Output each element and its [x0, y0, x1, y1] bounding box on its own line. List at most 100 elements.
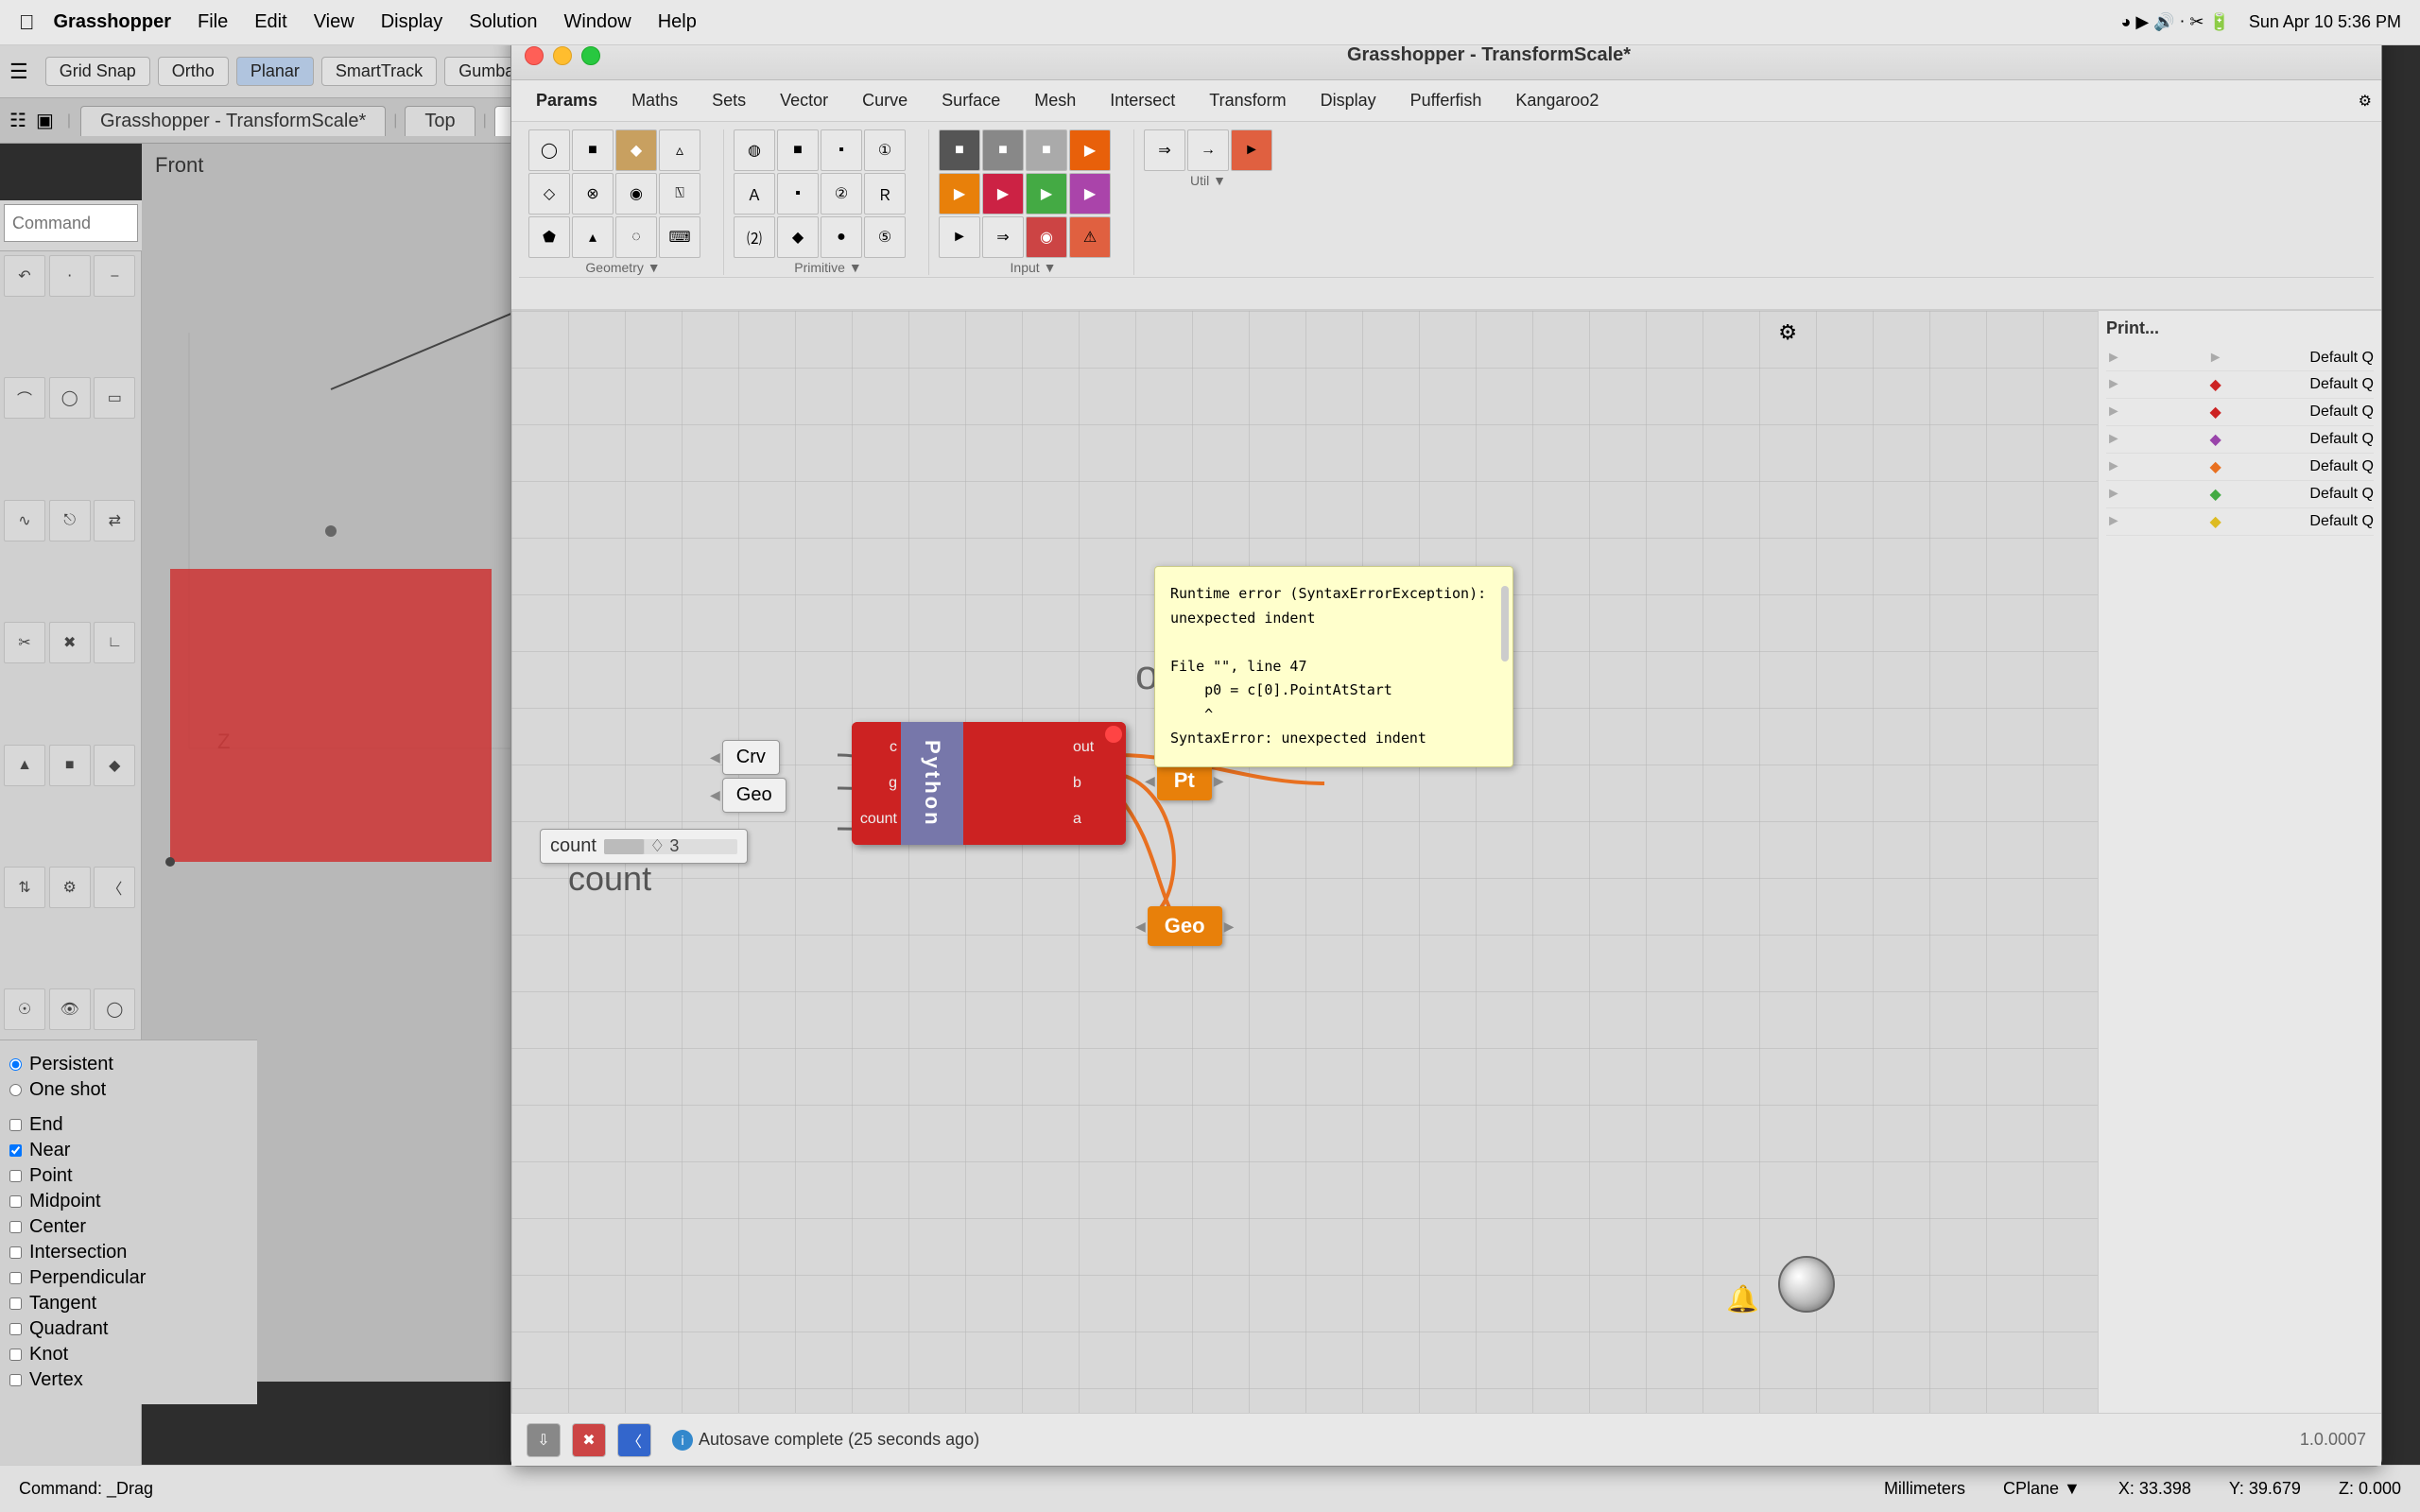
viewport-layout-icon[interactable]: ☷ — [9, 109, 26, 132]
select-tool[interactable]: ↶ — [4, 255, 45, 297]
input-icon-12[interactable]: ⚠ — [1069, 216, 1111, 258]
rect-tool[interactable]: ▭ — [94, 377, 135, 419]
gh-menu-curve[interactable]: Curve — [847, 87, 923, 114]
snap-midpoint[interactable]: Midpoint — [9, 1191, 248, 1212]
snap-knot[interactable]: Knot — [9, 1344, 248, 1366]
input-icon-9[interactable]: ► — [939, 216, 980, 258]
gh-menu-display[interactable]: Display — [1305, 87, 1392, 114]
tab-top[interactable]: Top — [405, 106, 475, 136]
mesh-tool[interactable]: ◆ — [94, 745, 135, 786]
input-icon-10[interactable]: ⇒ — [982, 216, 1024, 258]
apple-icon[interactable]:  — [19, 10, 35, 35]
ortho-button[interactable]: Ortho — [158, 57, 229, 86]
arc-tool[interactable]: ⌒ — [4, 377, 45, 419]
menu-edit[interactable]: Edit — [254, 11, 286, 33]
menu-window[interactable]: Window — [564, 11, 631, 33]
command-input[interactable] — [4, 204, 138, 242]
tab-perspective[interactable]: Grasshopper - TransformScale* — [80, 106, 386, 136]
snap-end[interactable]: End — [9, 1114, 248, 1136]
menu-grasshopper[interactable]: Grasshopper — [54, 11, 171, 33]
prim-icon-7[interactable]: ② — [821, 173, 862, 215]
analyze-tool[interactable]: ⚙ — [49, 867, 91, 908]
gh-menu-intersect[interactable]: Intersect — [1095, 87, 1190, 114]
gh-canvas[interactable]: count ♢ 3 ◀ Crv ◀ Geo c g c — [511, 311, 2100, 1426]
geo-icon-8[interactable]: ⍂ — [659, 173, 700, 215]
extrude-tool[interactable]: ▲ — [4, 745, 45, 786]
crv-node-body[interactable]: Crv — [722, 740, 780, 775]
gh-menu-sets[interactable]: Sets — [697, 87, 761, 114]
snap-vertex[interactable]: Vertex — [9, 1369, 248, 1391]
point-tool[interactable]: ⋅ — [49, 255, 91, 297]
menu-view[interactable]: View — [314, 11, 354, 33]
gh-menu-mesh[interactable]: Mesh — [1019, 87, 1091, 114]
snap-near[interactable]: Near — [9, 1140, 248, 1161]
dimension-tool[interactable]: 〈 — [94, 867, 135, 908]
util-icon-2[interactable]: → — [1187, 129, 1229, 171]
prim-icon-8[interactable]: Ｒ — [864, 173, 906, 215]
prim-icon-9[interactable]: ⑵ — [734, 216, 775, 258]
gh-menu-maths[interactable]: Maths — [616, 87, 693, 114]
freeform-tool[interactable]: ⎋ — [49, 500, 91, 541]
util-icon-3[interactable]: ► — [1231, 129, 1272, 171]
gh-menu-vector[interactable]: Vector — [765, 87, 843, 114]
maximize-button[interactable] — [581, 46, 600, 65]
viewport-frame-icon[interactable]: ▣ — [36, 109, 54, 132]
gh-menu-transform[interactable]: Transform — [1194, 87, 1301, 114]
circle-tool[interactable]: ◯ — [49, 377, 91, 419]
prim-icon-5[interactable]: Ａ — [734, 173, 775, 215]
snap-persistent[interactable]: Persistent — [9, 1054, 248, 1075]
prim-icon-11[interactable]: ● — [821, 216, 862, 258]
solid-tool[interactable]: ■ — [49, 745, 91, 786]
geo-icon-6[interactable]: ⊗ — [572, 173, 614, 215]
gh-settings-icon[interactable]: ⚙ — [2359, 92, 2372, 111]
geo-icon-5[interactable]: ◇ — [528, 173, 570, 215]
snap-perpendicular[interactable]: Perpendicular — [9, 1267, 248, 1289]
prim-icon-3[interactable]: ▪ — [821, 129, 862, 171]
geo-icon-1[interactable]: ◯ — [528, 129, 570, 171]
snap-center[interactable]: Center — [9, 1216, 248, 1238]
geo-icon-7[interactable]: ◉ — [615, 173, 657, 215]
grid-snap-button[interactable]: Grid Snap — [45, 57, 150, 86]
prim-icon-2[interactable]: ■ — [777, 129, 819, 171]
geo-node-body[interactable]: Geo — [722, 778, 786, 813]
input-icon-5[interactable]: ▶ — [939, 173, 980, 215]
snap-oneshot[interactable]: One shot — [9, 1079, 248, 1101]
geo-out-node-body[interactable]: Geo — [1148, 906, 1222, 946]
geo-icon-3[interactable]: ◆ — [615, 129, 657, 171]
curve-tool[interactable]: ∿ — [4, 500, 45, 541]
geo-icon-2[interactable]: ■ — [572, 129, 614, 171]
gh-menu-kangaroo2[interactable]: Kangaroo2 — [1500, 87, 1614, 114]
view-tool[interactable]: 👁 — [49, 988, 91, 1030]
input-icon-6[interactable]: ▶ — [982, 173, 1024, 215]
menu-file[interactable]: File — [198, 11, 228, 33]
prim-icon-12[interactable]: ⑤ — [864, 216, 906, 258]
input-icon-3[interactable]: ■ — [1026, 129, 1067, 171]
geo-icon-9[interactable]: ⬟ — [528, 216, 570, 258]
geo-out-node[interactable]: ◀ Geo ▶ — [1135, 906, 1234, 946]
prim-icon-4[interactable]: ① — [864, 129, 906, 171]
geo-icon-12[interactable]: ⌨ — [659, 216, 700, 258]
python-node[interactable]: c g count Python out b a — [852, 722, 1126, 845]
geo-icon-11[interactable]: ◌ — [615, 216, 657, 258]
fillet-tool[interactable]: ∟ — [94, 622, 135, 663]
gh-menu-params[interactable]: Params — [521, 87, 613, 114]
gh-bottom-btn2[interactable]: ✖ — [572, 1423, 606, 1457]
util-icon-1[interactable]: ⇒ — [1144, 129, 1185, 171]
menu-display[interactable]: Display — [381, 11, 443, 33]
minimize-button[interactable] — [553, 46, 572, 65]
canvas-right-settings[interactable]: ⚙ — [1778, 320, 1797, 345]
snap-quadrant[interactable]: Quadrant — [9, 1318, 248, 1340]
split-tool[interactable]: ✖ — [49, 622, 91, 663]
input-icon-1[interactable]: ■ — [939, 129, 980, 171]
close-button[interactable] — [525, 46, 544, 65]
gh-menu-surface[interactable]: Surface — [926, 87, 1015, 114]
input-icon-8[interactable]: ▶ — [1069, 173, 1111, 215]
input-icon-11[interactable]: ◉ — [1026, 216, 1067, 258]
crv-node[interactable]: ◀ Crv — [710, 740, 780, 775]
prim-icon-1[interactable]: ◍ — [734, 129, 775, 171]
render-tool[interactable]: ☉ — [4, 988, 45, 1030]
gh-menu-pufferfish[interactable]: Pufferfish — [1395, 87, 1497, 114]
snap-tool[interactable]: ◯ — [94, 988, 135, 1030]
smarttrack-button[interactable]: SmartTrack — [321, 57, 437, 86]
gh-python-icon[interactable]: 〈 — [617, 1423, 651, 1457]
